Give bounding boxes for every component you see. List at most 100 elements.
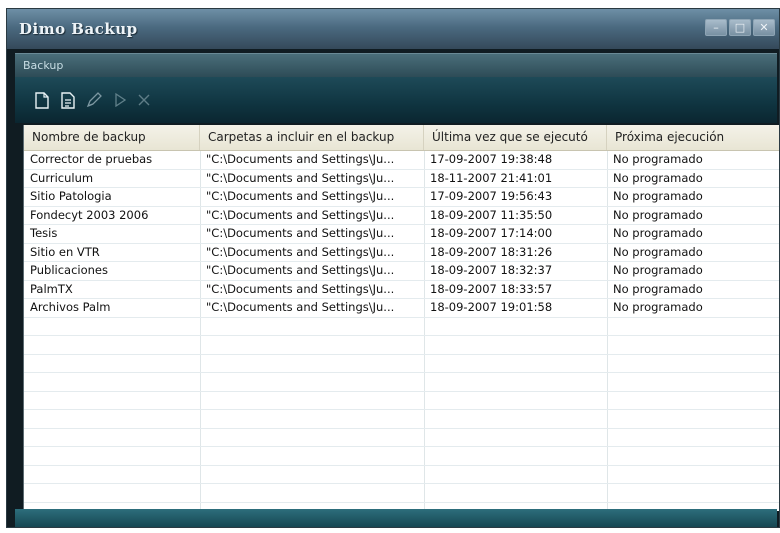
cell-last-run — [424, 466, 607, 483]
new-document-icon[interactable] — [33, 90, 51, 110]
cell-next-run: No programado — [613, 281, 703, 296]
table-header: Nombre de backup Carpetas a incluir en e… — [24, 125, 779, 151]
cell-folders — [200, 466, 424, 483]
cell-last-run: 18-09-2007 11:35:50 — [430, 207, 553, 222]
panel-title: Backup — [23, 59, 64, 72]
column-header-name[interactable]: Nombre de backup — [24, 125, 200, 150]
cell-next-run — [607, 447, 779, 464]
cell-name: PalmTX — [30, 281, 73, 296]
cell-name: Sitio Patologia — [30, 189, 112, 203]
cell-last-run: 18-09-2007 17:14:00 — [430, 226, 553, 240]
cell-folders: "C:\Documents and Settings\Ju... — [206, 152, 395, 166]
table-body: Corrector de pruebas "C:\Documents and Se… — [24, 151, 779, 511]
cell-last-run: 18-09-2007 18:33:57 — [430, 281, 553, 296]
cell-folders: "C:\Documents and Settings\Ju... — [206, 189, 395, 203]
cell-name — [24, 447, 200, 464]
table-row[interactable] — [24, 410, 779, 429]
window-controls: – □ ✕ — [705, 19, 775, 36]
table-row[interactable] — [24, 466, 779, 484]
cell-name — [24, 336, 200, 353]
toolbar — [15, 77, 777, 123]
cell-folders — [200, 484, 424, 501]
table-row[interactable]: Curriculum "C:\Documents and Settings\Ju.… — [24, 170, 779, 188]
table-row[interactable] — [24, 355, 779, 373]
table-row[interactable] — [24, 318, 779, 336]
cell-last-run — [424, 447, 607, 464]
cell-name — [24, 392, 200, 409]
cell-name — [24, 466, 200, 483]
cell-next-run — [607, 410, 779, 427]
cell-next-run: No programado — [613, 244, 703, 259]
edit-icon[interactable] — [85, 90, 103, 110]
table-row[interactable]: Tesis "C:\Documents and Settings\Ju... 18-… — [24, 225, 779, 244]
table-row[interactable] — [24, 336, 779, 355]
maximize-button[interactable]: □ — [729, 19, 751, 36]
table-row[interactable]: Archivos Palm "C:\Documents and Settings\… — [24, 299, 779, 318]
cell-folders — [200, 429, 424, 446]
cell-folders — [200, 336, 424, 353]
cell-last-run — [424, 355, 607, 372]
cell-folders: "C:\Documents and Settings\Ju... — [206, 207, 395, 222]
cell-last-run: 17-09-2007 19:56:43 — [430, 189, 553, 203]
close-button[interactable]: ✕ — [753, 19, 775, 36]
table-row[interactable]: Corrector de pruebas "C:\Documents and Se… — [24, 151, 779, 170]
cell-name — [24, 410, 200, 427]
cell-folders — [200, 373, 424, 390]
cell-name: Archivos Palm — [30, 300, 111, 314]
cell-folders: "C:\Documents and Settings\Ju... — [206, 244, 395, 259]
cell-name: Corrector de pruebas — [30, 152, 153, 166]
table-row[interactable]: Sitio en VTR "C:\Documents and Settings\J… — [24, 244, 779, 262]
column-header-folders[interactable]: Carpetas a incluir en el backup — [200, 125, 424, 150]
table-row[interactable]: Sitio Patologia "C:\Documents and Setting… — [24, 188, 779, 207]
table-row[interactable] — [24, 484, 779, 503]
cell-name — [24, 484, 200, 501]
cell-name: Publicaciones — [30, 263, 108, 277]
table-row[interactable] — [24, 392, 779, 410]
cell-name: Fondecyt 2003 2006 — [30, 207, 149, 222]
table-row[interactable] — [24, 429, 779, 447]
cell-last-run: 18-09-2007 19:01:58 — [430, 300, 553, 314]
delete-icon[interactable] — [135, 90, 153, 110]
cell-last-run — [424, 392, 607, 409]
table-row[interactable]: PalmTX "C:\Documents and Settings\Ju... 18… — [24, 281, 779, 299]
column-header-next-run[interactable]: Próxima ejecución — [607, 125, 779, 150]
cell-name: Tesis — [30, 226, 58, 240]
cell-last-run — [424, 429, 607, 446]
cell-last-run — [424, 484, 607, 501]
cell-next-run: No programado — [613, 226, 703, 240]
cell-last-run — [424, 318, 607, 335]
backup-table: Nombre de backup Carpetas a incluir en e… — [23, 125, 779, 511]
cell-name — [24, 373, 200, 390]
cell-next-run: No programado — [613, 207, 703, 222]
cell-next-run: No programado — [613, 300, 703, 314]
table-row[interactable] — [24, 447, 779, 466]
status-bar — [15, 509, 777, 527]
title-bar[interactable]: Dimo Backup – □ ✕ — [7, 9, 779, 49]
cell-last-run — [424, 373, 607, 390]
properties-document-icon[interactable] — [59, 90, 77, 110]
cell-next-run: No programado — [613, 263, 703, 277]
cell-folders: "C:\Documents and Settings\Ju... — [206, 226, 395, 240]
cell-next-run — [607, 373, 779, 390]
table-row[interactable] — [24, 373, 779, 392]
cell-last-run — [424, 336, 607, 353]
minimize-button[interactable]: – — [705, 19, 727, 36]
cell-last-run: 18-09-2007 18:31:26 — [430, 244, 553, 259]
run-icon[interactable] — [111, 90, 129, 110]
app-window: Dimo Backup – □ ✕ Backup Nombre de backu… — [6, 8, 780, 528]
cell-folders: "C:\Documents and Settings\Ju... — [206, 281, 395, 296]
cell-next-run — [607, 429, 779, 446]
cell-next-run — [607, 355, 779, 372]
column-header-last-run[interactable]: Última vez que se ejecutó — [424, 125, 607, 150]
cell-name — [24, 429, 200, 446]
cell-folders — [200, 447, 424, 464]
table-row[interactable]: Fondecyt 2003 2006 "C:\Documents and Sett… — [24, 207, 779, 225]
cell-folders — [200, 410, 424, 427]
cell-folders — [200, 392, 424, 409]
cell-next-run: No programado — [613, 189, 703, 203]
panel-header: Backup — [15, 53, 777, 78]
cell-folders: "C:\Documents and Settings\Ju... — [206, 300, 395, 314]
cell-last-run: 18-11-2007 21:41:01 — [430, 170, 553, 185]
table-row[interactable]: Publicaciones "C:\Documents and Settings\… — [24, 262, 779, 281]
cell-next-run — [607, 318, 779, 335]
